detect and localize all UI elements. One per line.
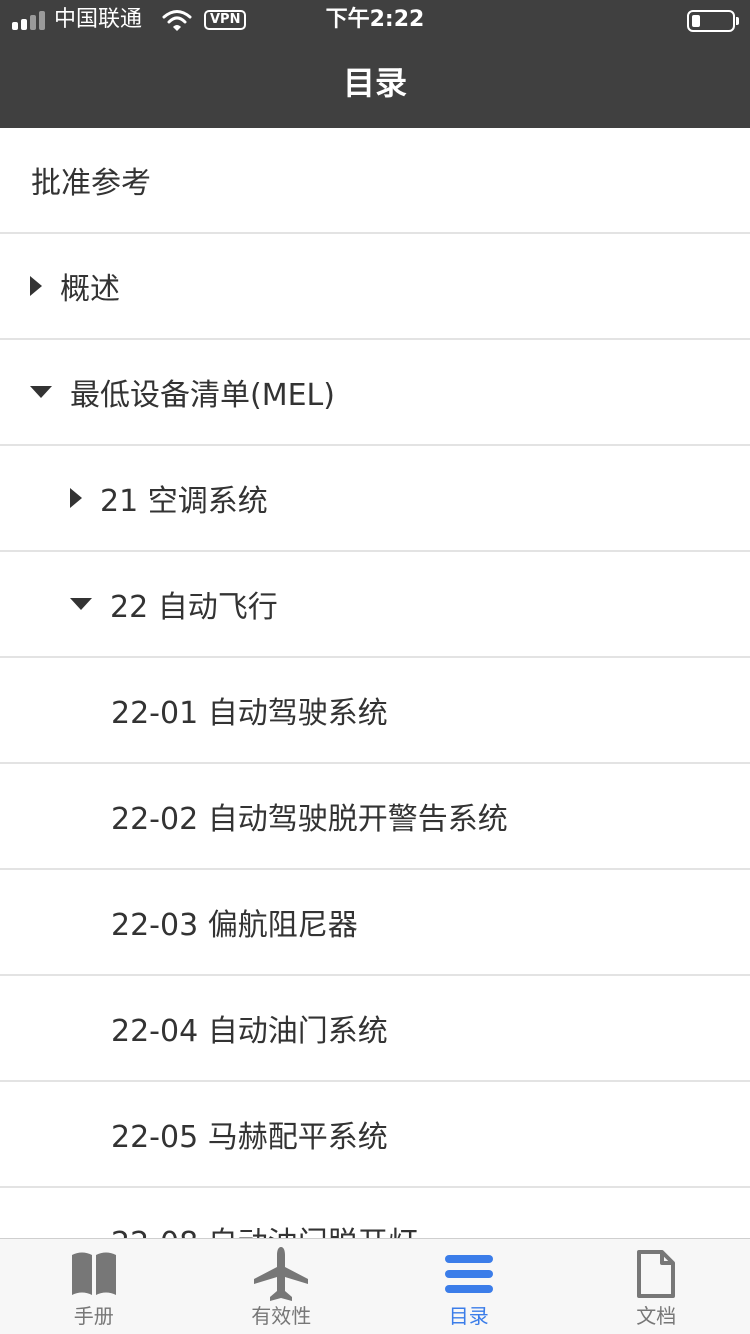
battery-icon (687, 10, 739, 32)
toc-item[interactable]: 22-03 偏航阻尼器 (0, 870, 750, 976)
status-time: 下午2:22 (325, 7, 425, 32)
tab-documents-label: 文档 (636, 1304, 677, 1328)
toc-item-label: 概述 (60, 272, 120, 307)
tab-validity[interactable]: 有效性 (188, 1239, 376, 1334)
tab-manual[interactable]: 手册 (0, 1239, 188, 1334)
toc-item-label: 22-03 偏航阻尼器 (111, 908, 358, 943)
battery-level (692, 15, 700, 27)
toc-item-label: 22-01 自动驾驶系统 (111, 696, 388, 731)
page-title: 目录 (342, 64, 407, 102)
caret-down-icon[interactable] (30, 386, 52, 398)
toc-item[interactable]: 最低设备清单(MEL) (0, 340, 750, 446)
toc-item[interactable]: 22-01 自动驾驶系统 (0, 658, 750, 764)
toc-item-label: 批准参考 (31, 166, 151, 201)
toc-list[interactable]: 批准参考概述最低设备清单(MEL) 21 空调系统 22 自动飞行 22-01 自动驾… (0, 128, 750, 1238)
top-bar: 中国联通 VPN 下午2:22 目录 (0, 0, 750, 128)
list-icon (439, 1245, 499, 1303)
toc-item[interactable]: 概述 (0, 234, 750, 340)
tab-catalog[interactable]: 目录 (375, 1239, 563, 1334)
toc-item[interactable]: 批准参考 (0, 128, 750, 234)
status-bar: 中国联通 VPN 下午2:22 (0, 0, 750, 40)
document-icon (626, 1245, 686, 1303)
tab-documents[interactable]: 文档 (563, 1239, 750, 1334)
toc-item-label: 21 空调系统 (100, 484, 268, 519)
tab-bar: 手册 有效性 目录 文档 (0, 1238, 750, 1334)
toc-item-label: 22-05 马赫配平系统 (111, 1120, 388, 1155)
toc-item-label: 22 自动飞行 (110, 590, 278, 625)
toc-item[interactable]: 22 自动飞行 (0, 552, 750, 658)
tab-manual-label: 手册 (73, 1304, 114, 1328)
airplane-icon (251, 1245, 311, 1303)
app-root: 中国联通 VPN 下午2:22 目录 批准参考概述最低设备清单(MEL) 21 空… (0, 0, 750, 1334)
toc-item[interactable]: 22-04 自动油门系统 (0, 976, 750, 1082)
toc-item[interactable]: 22-02 自动驾驶脱开警告系统 (0, 764, 750, 870)
toc-item-label: 最低设备清单(MEL) (70, 378, 335, 413)
toc-item-label: 22-02 自动驾驶脱开警告系统 (111, 802, 508, 837)
caret-right-icon[interactable] (30, 276, 42, 296)
tab-validity-label: 有效性 (251, 1304, 312, 1328)
toc-item-label: 22-04 自动油门系统 (111, 1014, 388, 1049)
toc-item-label: 22-08 自动油门脱开灯 (111, 1218, 418, 1238)
toc-item[interactable]: 22-05 马赫配平系统 (0, 1082, 750, 1188)
caret-right-icon[interactable] (70, 488, 82, 508)
toc-item[interactable]: 21 空调系统 (0, 446, 750, 552)
book-icon (64, 1245, 124, 1303)
caret-down-icon[interactable] (70, 598, 92, 610)
tab-catalog-label: 目录 (448, 1304, 489, 1328)
toc-item[interactable]: 22-08 自动油门脱开灯 (0, 1188, 750, 1238)
